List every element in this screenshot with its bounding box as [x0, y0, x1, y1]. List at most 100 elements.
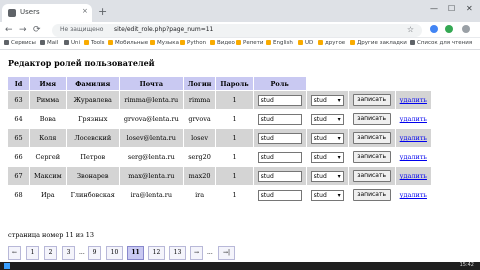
- page-button-9[interactable]: 9: [88, 246, 101, 260]
- cell-save: записать: [347, 147, 396, 167]
- save-button[interactable]: записать: [352, 113, 391, 125]
- cell-password: 1: [215, 90, 254, 110]
- reload-button[interactable]: ⟳: [33, 24, 41, 36]
- minimize-button[interactable]: —: [430, 4, 438, 13]
- role-select[interactable]: stud ▾: [310, 189, 344, 201]
- tab-title: Users: [20, 8, 40, 16]
- start-button-icon[interactable]: [4, 263, 10, 269]
- chevron-down-icon: ▾: [337, 172, 341, 180]
- bookmark-item[interactable]: Uni: [64, 40, 80, 46]
- column-header-id: Id: [7, 76, 30, 91]
- role-select[interactable]: stud ▾: [310, 170, 344, 182]
- role-input[interactable]: [257, 132, 302, 144]
- page-prev-button[interactable]: ←: [8, 246, 21, 260]
- save-button[interactable]: записать: [352, 132, 391, 144]
- close-window-button[interactable]: ✕: [466, 4, 473, 13]
- folder-icon: [318, 40, 323, 45]
- delete-link[interactable]: удалить: [400, 191, 427, 199]
- cell-last-name: Журавлева: [65, 90, 120, 110]
- bookmark-folder[interactable]: UD: [298, 40, 313, 46]
- delete-link[interactable]: удалить: [400, 153, 427, 161]
- bookmark-folder[interactable]: English: [266, 40, 293, 46]
- role-select[interactable]: stud ▾: [310, 151, 344, 163]
- apps-grid-icon: [4, 40, 9, 45]
- page-button-12[interactable]: 12: [148, 246, 165, 260]
- page-button-1[interactable]: 1: [26, 246, 39, 260]
- bookmark-folder[interactable]: Видео: [210, 40, 235, 46]
- cell-delete: удалить: [394, 90, 432, 110]
- cell-first-name: Вова: [29, 109, 67, 129]
- save-button[interactable]: записать: [352, 151, 391, 163]
- extension-icon[interactable]: [445, 25, 453, 33]
- page-button-11-current[interactable]: 11: [127, 246, 144, 260]
- cell-password: 1: [215, 109, 254, 129]
- bookmark-folder[interactable]: Python: [180, 40, 206, 46]
- back-button[interactable]: ←: [5, 24, 13, 36]
- column-header-role: Роль: [252, 76, 307, 91]
- role-select[interactable]: stud ▾: [310, 94, 344, 106]
- bookmark-folder[interactable]: другое: [318, 40, 345, 46]
- folder-icon: [236, 40, 241, 45]
- new-tab-button[interactable]: +: [98, 6, 107, 17]
- page-button-3[interactable]: 3: [62, 246, 75, 260]
- column-header-first-name: Имя: [29, 76, 67, 91]
- bookmark-folder[interactable]: Мобильные: [108, 40, 148, 46]
- profile-avatar-icon[interactable]: [462, 25, 470, 33]
- delete-link[interactable]: удалить: [400, 115, 427, 123]
- extension-icon[interactable]: [430, 25, 438, 33]
- bookmark-star-icon[interactable]: ☆: [407, 25, 414, 34]
- cell-id: 68: [7, 185, 30, 205]
- role-select[interactable]: stud ▾: [310, 113, 344, 125]
- bookmark-folder[interactable]: Репети: [236, 40, 263, 46]
- bookmark-other-folder[interactable]: Другие закладки: [350, 40, 407, 46]
- tab-close-icon[interactable]: ×: [82, 7, 88, 15]
- page-title: Редактор ролей пользователей: [8, 58, 155, 68]
- delete-link[interactable]: удалить: [400, 96, 427, 104]
- bookmark-item[interactable]: Mail: [40, 40, 58, 46]
- page-button-13[interactable]: 13: [169, 246, 186, 260]
- cell-select: stud ▾: [305, 109, 349, 129]
- bookmark-folder[interactable]: Tools: [84, 40, 105, 46]
- pagination-ellipsis: ...: [79, 249, 85, 256]
- page-next-button[interactable]: →: [190, 246, 203, 260]
- cell-role: [252, 185, 307, 205]
- role-input[interactable]: [257, 113, 302, 125]
- maximize-button[interactable]: ☐: [448, 4, 455, 13]
- delete-link[interactable]: удалить: [400, 172, 427, 180]
- cell-email: serg@lenta.ru: [118, 147, 184, 167]
- role-select[interactable]: stud ▾: [310, 132, 344, 144]
- bookmark-folder[interactable]: Музыка: [150, 40, 179, 46]
- page-button-2[interactable]: 2: [44, 246, 57, 260]
- save-button[interactable]: записать: [352, 170, 391, 182]
- cell-select: stud ▾: [305, 90, 349, 110]
- pagination-ellipsis: ...: [207, 249, 213, 256]
- reading-list[interactable]: Список для чтения: [410, 40, 472, 46]
- forward-button[interactable]: →: [19, 24, 27, 36]
- cell-email: losev@lenta.ru: [118, 128, 184, 148]
- cell-select: stud ▾: [305, 128, 349, 148]
- cell-last-name: Звонарев: [65, 166, 120, 186]
- save-button[interactable]: записать: [352, 189, 391, 201]
- save-button[interactable]: записать: [352, 94, 391, 106]
- role-input[interactable]: [257, 151, 302, 163]
- bookmark-apps[interactable]: Сервисы: [4, 40, 36, 46]
- security-indicator[interactable]: Не защищено: [60, 26, 103, 33]
- chevron-down-icon: ▾: [337, 115, 341, 123]
- url-text[interactable]: site/edit_role.php?page_num=11: [114, 26, 213, 33]
- cell-first-name: Римма: [29, 90, 67, 110]
- role-input[interactable]: [257, 170, 302, 182]
- cell-password: 1: [215, 185, 254, 205]
- cell-save: записать: [347, 109, 396, 129]
- page-content: Редактор ролей пользователей Id Имя Фами…: [0, 51, 480, 270]
- browser-tab[interactable]: Users ×: [2, 4, 92, 22]
- role-input[interactable]: [257, 189, 302, 201]
- role-input[interactable]: [257, 94, 302, 106]
- page-button-10[interactable]: 10: [106, 246, 123, 260]
- cell-delete: удалить: [394, 185, 432, 205]
- cell-email: grvova@lenta.ru: [118, 109, 184, 129]
- page-last-button[interactable]: →|: [218, 246, 235, 260]
- omnibox[interactable]: Не защищено site/edit_role.php?page_num=…: [52, 24, 422, 37]
- delete-link[interactable]: удалить: [400, 134, 427, 142]
- cell-login: rimma: [182, 90, 217, 110]
- cell-role: [252, 90, 307, 110]
